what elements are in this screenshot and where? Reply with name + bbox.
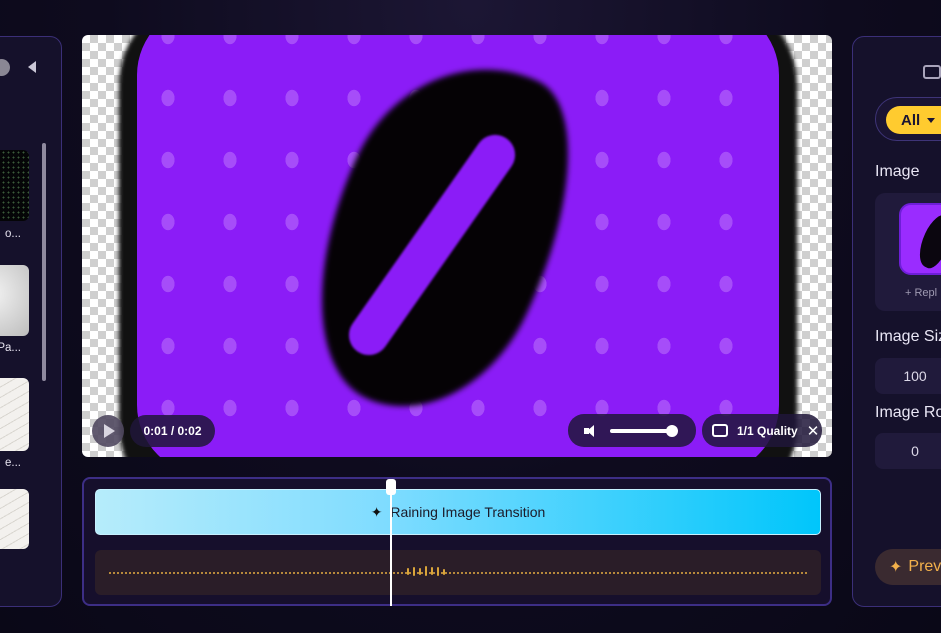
properties-panel: All Image + Repl Image Siz 100 Image Ro … <box>852 36 941 607</box>
image-icon <box>923 65 941 79</box>
quality-icon <box>712 424 728 437</box>
waveform-peak <box>419 568 421 575</box>
image-size-heading: Image Siz <box>875 328 941 345</box>
filter-label: All <box>901 111 921 129</box>
play-button[interactable] <box>92 415 124 447</box>
playhead-handle[interactable] <box>386 479 396 495</box>
audio-track[interactable] <box>95 550 821 595</box>
template-thumbnail[interactable] <box>0 265 29 336</box>
sparkle-icon: ✦ <box>370 503 383 520</box>
clip-track[interactable]: ✦ Raining Image Transition <box>95 489 821 535</box>
clip-label: Raining Image Transition <box>390 504 546 520</box>
volume-slider-handle[interactable] <box>666 424 678 437</box>
video-preview: 0:01 / 0:02 1/1 Quality ✕ <box>82 35 832 457</box>
waveform-peak <box>407 568 409 575</box>
audio-waveform <box>109 572 807 574</box>
volume-slider[interactable] <box>610 424 678 437</box>
waveform-peak <box>413 567 415 576</box>
preview-button[interactable]: ✦ Prev <box>875 549 941 585</box>
time-display: 0:01 / 0:02 <box>130 415 215 447</box>
quality-label: 1/1 Quality <box>737 423 798 438</box>
image-thumbnail-shape <box>912 210 941 272</box>
waveform-peak <box>431 567 433 575</box>
timeline: ✦ Raining Image Transition <box>82 477 832 606</box>
image-heading: Image <box>875 163 920 180</box>
template-thumbnail[interactable] <box>0 378 29 451</box>
image-upload-box: + Repl <box>875 193 941 311</box>
close-icon[interactable]: ✕ <box>807 422 820 440</box>
sidebar-scrollbar[interactable] <box>42 143 46 381</box>
speaker-icon[interactable] <box>584 424 600 438</box>
status-dot-icon <box>0 59 10 76</box>
filter-group: All <box>875 97 941 141</box>
playhead[interactable] <box>386 479 396 606</box>
chevron-left-icon[interactable] <box>28 61 36 73</box>
image-size-field[interactable]: 100 <box>875 358 941 394</box>
filter-dropdown[interactable]: All <box>886 106 941 134</box>
image-rotation-field[interactable]: 0 <box>875 433 941 469</box>
template-thumbnail[interactable] <box>0 489 29 549</box>
image-thumbnail[interactable] <box>899 203 941 275</box>
preview-label: Prev <box>908 558 941 575</box>
template-thumbnail[interactable] <box>0 150 29 221</box>
volume-control <box>568 414 696 447</box>
caret-down-icon <box>927 117 936 123</box>
magic-wand-icon: ✦ <box>889 559 903 576</box>
waveform-peak <box>437 567 439 576</box>
template-label: e... <box>5 457 21 469</box>
template-sidebar: o... Pa... e... <box>0 36 62 607</box>
play-icon <box>104 424 115 438</box>
waveform-peak <box>425 566 427 576</box>
template-label: Pa... <box>0 342 21 354</box>
quality-badge: 1/1 Quality ✕ <box>702 414 822 447</box>
template-label: o... <box>5 228 21 240</box>
replace-image-button[interactable]: + Repl <box>905 287 937 299</box>
waveform-peak <box>443 569 445 575</box>
image-rotation-heading: Image Ro <box>875 404 941 421</box>
